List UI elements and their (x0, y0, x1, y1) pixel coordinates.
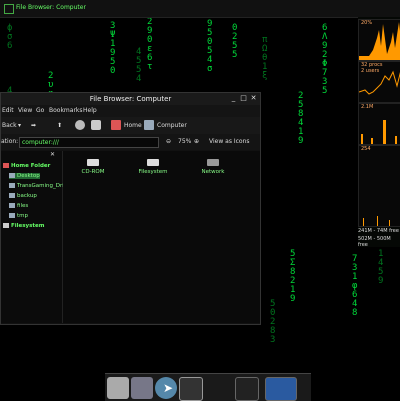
file-item-cdrom[interactable]: CD-ROM (73, 159, 113, 175)
forward-button[interactable]: ➡ (31, 122, 36, 129)
window-titlebar[interactable]: File Browser: Computer _ □ ✕ (1, 93, 260, 105)
sidebar-close-icon[interactable]: ✕ (50, 151, 55, 158)
home-button[interactable]: Home (124, 122, 142, 129)
folder-icon (9, 173, 15, 178)
file-item-label: CD-ROM (81, 169, 105, 175)
disk-graph: 254 (358, 145, 400, 227)
system-monitor: 20% 32 procs 2 users 2.1M 254 241M - 74M… (358, 17, 400, 248)
menu-bar: Edit View Go Bookmarks Help (1, 105, 260, 117)
sidebar-item-label: Home Folder (11, 163, 51, 169)
drive-icon (147, 159, 159, 166)
gimp-icon[interactable] (107, 377, 129, 399)
sidebar-item-label: Filesystem (11, 223, 45, 229)
menu-view[interactable]: View (18, 107, 32, 114)
sidebar-item-label: tmp (17, 213, 29, 219)
sidebar-item-label: backup (17, 193, 37, 199)
network-icon (207, 159, 219, 166)
file-item-label: Filesystem (138, 169, 168, 175)
toolbar: Back ▾ ➡ ⬆ Home Computer (1, 117, 260, 135)
sidebar-item-transgaming[interactable]: TransGaming_Drive (9, 183, 70, 189)
folder-icon (9, 213, 15, 218)
zoom-out-icon[interactable]: ⊖ (166, 138, 171, 145)
matrix-rain: 2 5 8 4 1 9 (298, 91, 304, 146)
network-graph: 2.1M (358, 103, 400, 145)
zoom-in-icon[interactable]: ⊕ (194, 138, 199, 145)
home-icon (3, 163, 9, 168)
cpu-graph: 20% (358, 19, 400, 61)
dock: ➤ (105, 373, 311, 401)
globe-task-icon[interactable] (265, 377, 297, 401)
matrix-rain: 3 Ψ 1 9 5 0 (110, 21, 116, 76)
folder-icon (9, 183, 15, 188)
sidebar-item-backup[interactable]: backup (9, 193, 37, 199)
location-label: ation: (1, 138, 19, 145)
menu-help[interactable]: Help (83, 107, 97, 114)
stop-icon[interactable] (75, 120, 85, 130)
process-graph: 32 procs 2 users (358, 61, 400, 103)
sidebar-item-filesystem[interactable]: Filesystem (3, 223, 44, 229)
sidebar: ✕ Home Folder Desktop TransGaming_Drive … (1, 151, 70, 323)
back-dropdown-icon[interactable]: ▾ (18, 122, 21, 129)
view-mode-select[interactable]: View as Icons (209, 138, 250, 145)
location-bar: ation: computer:/// ⊖ 75% ⊕ View as Icon… (1, 134, 260, 150)
menu-go[interactable]: Go (36, 107, 44, 114)
memory-used: 241M - 74M free (358, 228, 399, 234)
sidebar-item-files[interactable]: files (9, 203, 28, 209)
file-item-label: Network (201, 169, 225, 175)
top-panel: File Browser: Computer (0, 0, 400, 18)
menu-edit[interactable]: Edit (2, 107, 14, 114)
memory-free: 502M - 500M free (358, 236, 391, 248)
zoom-level[interactable]: 75% (178, 138, 191, 145)
window-title: File Browser: Computer (89, 95, 172, 103)
cdrom-icon (87, 159, 99, 166)
close-button[interactable]: ✕ (250, 95, 257, 102)
top-panel-title: File Browser: Computer (16, 4, 86, 11)
home-icon[interactable] (111, 120, 121, 130)
reload-icon[interactable] (91, 120, 101, 130)
file-browser-task-icon[interactable] (235, 377, 259, 401)
folder-icon (9, 193, 15, 198)
location-input[interactable]: computer:/// (19, 137, 159, 148)
drive-icon (3, 223, 9, 228)
matrix-rain: 6 Λ 9 2 Φ 7 3 5 (322, 23, 328, 96)
pointer-icon: ➤ (163, 381, 174, 395)
matrix-rain: 2 9 0 ε 6 τ (147, 17, 153, 72)
matrix-rain: 9 5 0 5 4 σ (207, 19, 213, 74)
matrix-rain: 7 3 1 φ 6 4 8 (352, 254, 358, 318)
sidebar-item-label: files (17, 203, 29, 209)
file-item-filesystem[interactable]: Filesystem (133, 159, 173, 175)
file-browser-window[interactable]: File Browser: Computer _ □ ✕ Edit View G… (0, 92, 261, 325)
matrix-rain: 5 Σ 8 2 1 9 (290, 249, 296, 304)
matrix-rain: 0 2 5 5 (232, 23, 238, 60)
computer-icon[interactable] (144, 120, 154, 130)
matrix-rain: 5 0 2 8 3 (270, 299, 276, 345)
file-item-network[interactable]: Network (193, 159, 233, 175)
maximize-button[interactable]: □ (240, 95, 247, 102)
sidebar-item-tmp[interactable]: tmp (9, 213, 28, 219)
matrix-rain: 4 5 5 4 (136, 47, 142, 84)
sidebar-item-label: Desktop (17, 173, 40, 179)
computer-button[interactable]: Computer (157, 122, 187, 129)
minimize-button[interactable]: _ (230, 95, 237, 102)
sidebar-item-home-folder[interactable]: Home Folder (3, 163, 50, 169)
folder-icon (9, 203, 15, 208)
matrix-rain: 1 4 5 9 (378, 249, 384, 286)
window-icon (4, 4, 14, 14)
file-view[interactable]: CD-ROM Filesystem Network (63, 151, 260, 323)
terminal-icon[interactable] (179, 377, 203, 401)
up-button[interactable]: ⬆ (57, 122, 62, 129)
matrix-rain: π Ω θ 1 ξ (262, 35, 268, 81)
folder-icon[interactable] (131, 377, 153, 399)
sidebar-item-desktop[interactable]: Desktop (9, 173, 40, 179)
back-button[interactable]: Back (2, 122, 17, 129)
menu-bookmarks[interactable]: Bookmarks (49, 107, 83, 114)
